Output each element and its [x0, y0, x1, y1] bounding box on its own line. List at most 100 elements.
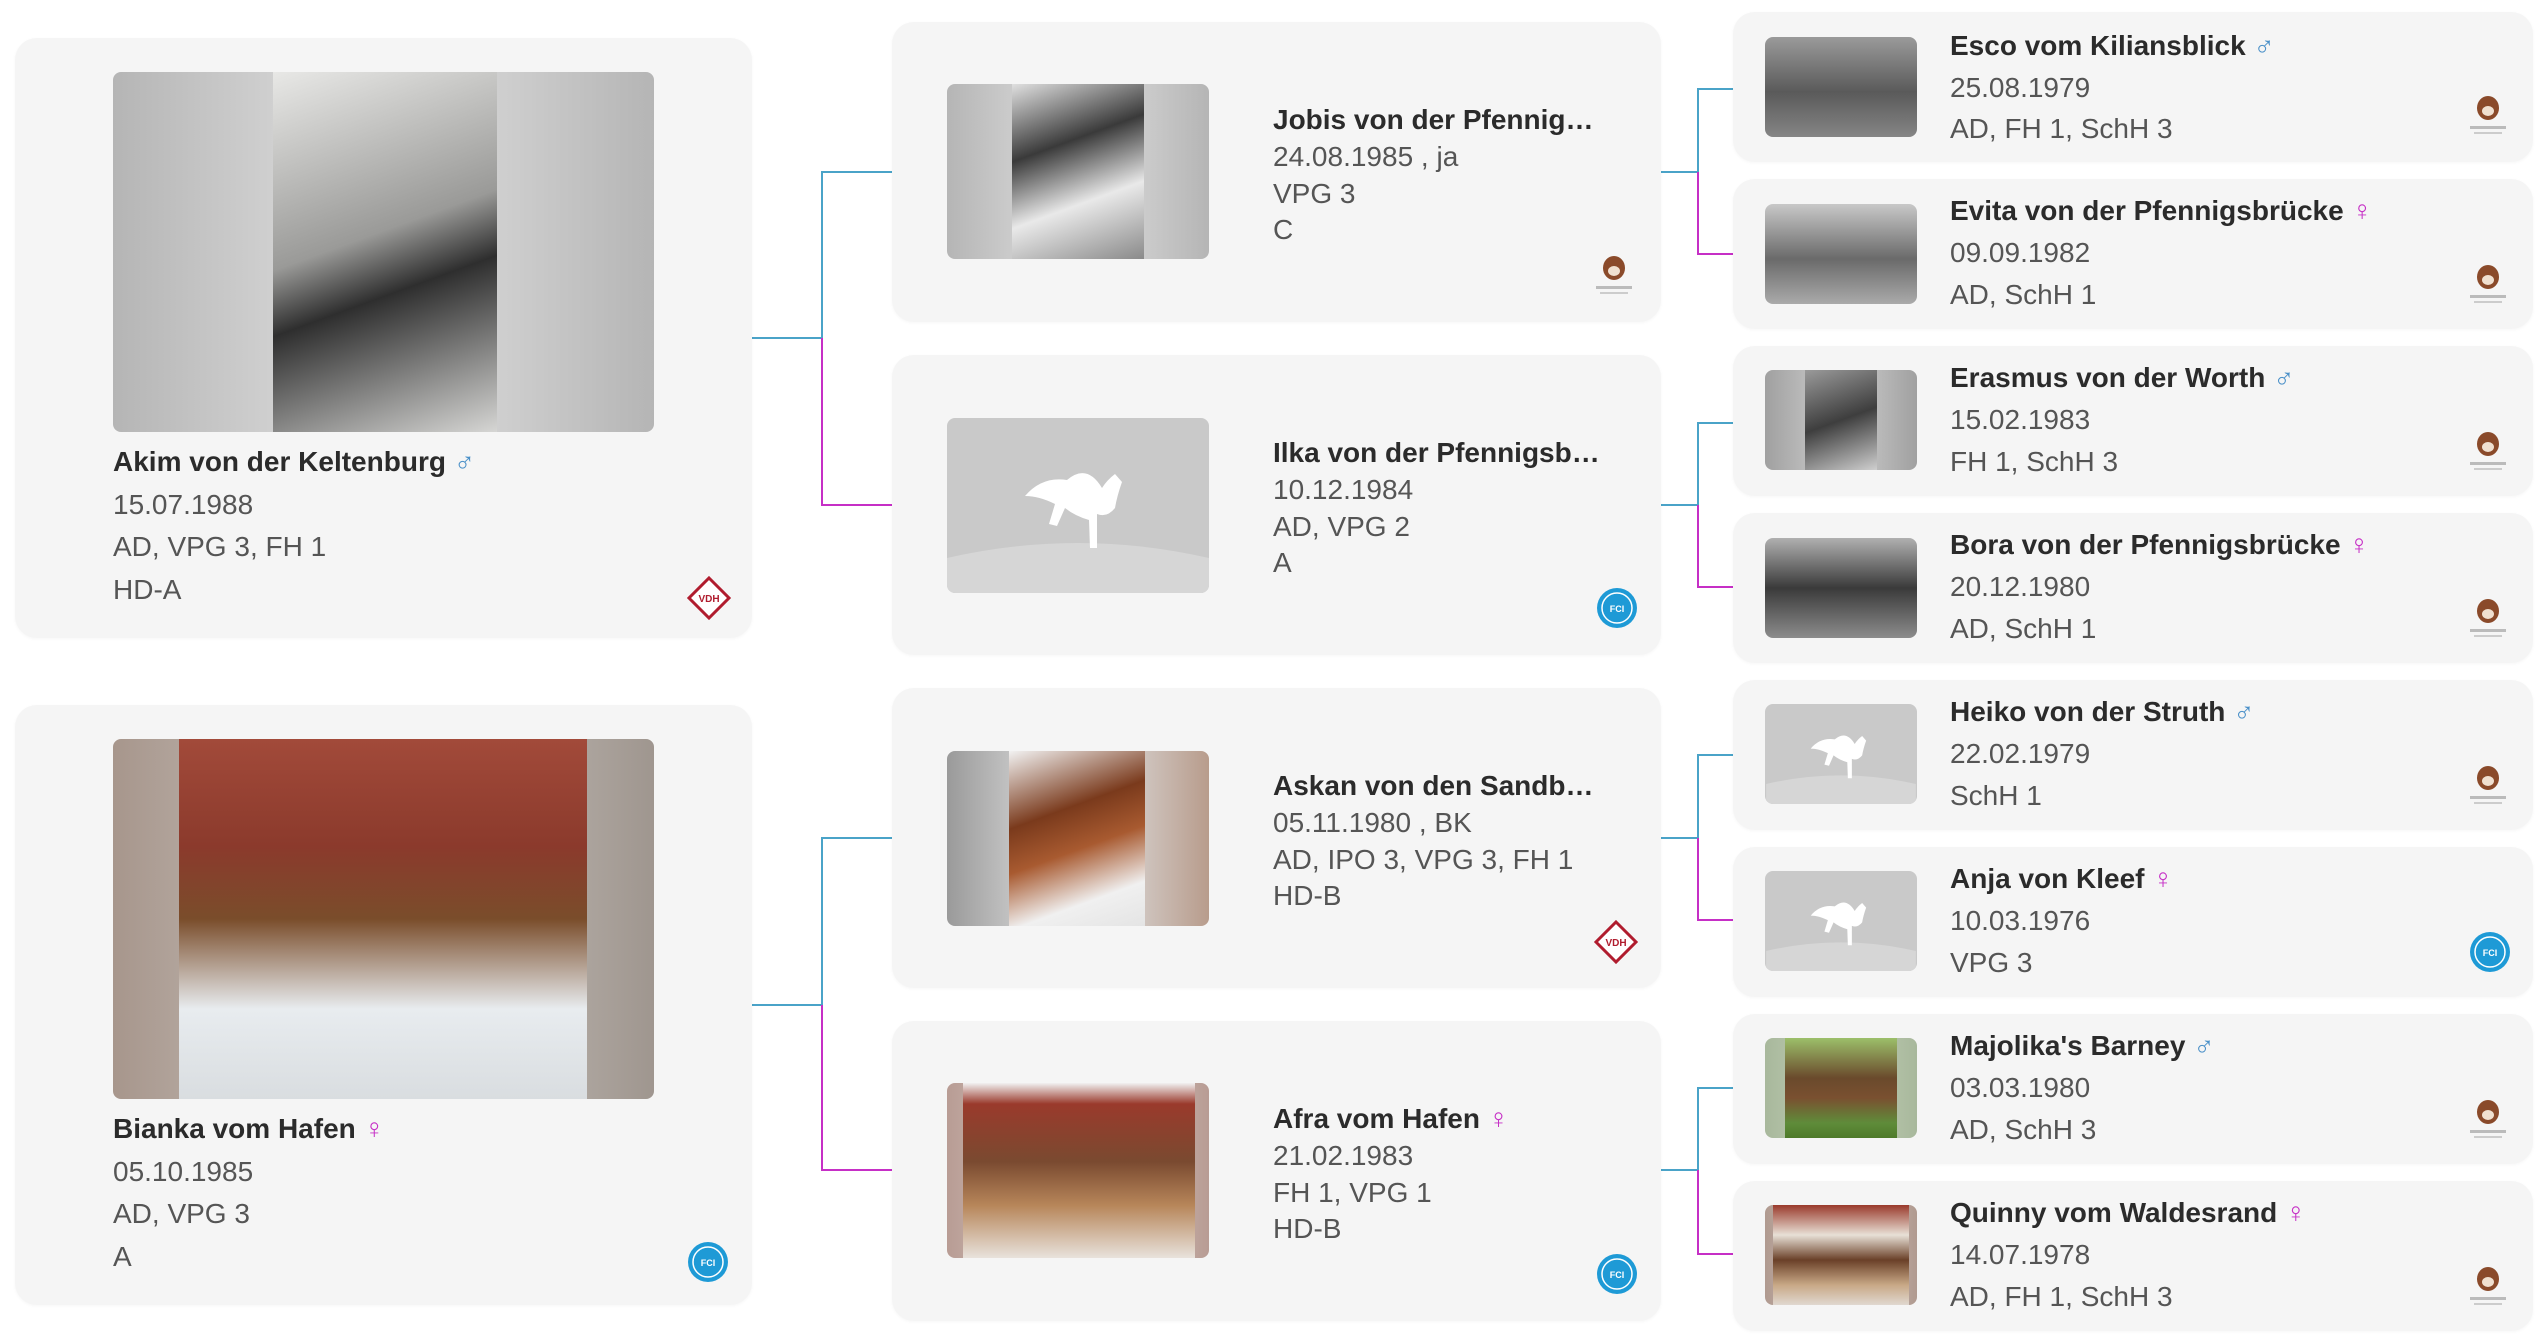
- female-symbol-icon: ♀: [2348, 529, 2370, 560]
- fci-badge-icon: FCI: [688, 1242, 728, 1282]
- dog-birthdate: 14.07.1978: [1950, 1239, 2091, 1270]
- fci-badge-icon: FCI: [1597, 1254, 1637, 1294]
- dog-card-gen2[interactable]: Askan von den Sandbe... 05.11.1980 , BK …: [892, 688, 1661, 988]
- boxer-klub-badge-icon: [2470, 599, 2506, 637]
- fci-badge-icon: FCI: [1597, 588, 1637, 628]
- dog-titles: VPG 3: [1950, 947, 2033, 978]
- dog-card-gen3[interactable]: Heiko von der Struth ♂ 22.02.1979 SchH 1: [1733, 680, 2533, 830]
- female-symbol-icon: ♀: [2152, 863, 2174, 894]
- dog-card-gen3[interactable]: Erasmus von der Worth ♂ 15.02.1983 FH 1, …: [1733, 346, 2533, 496]
- male-symbol-icon: ♂: [453, 446, 475, 477]
- placeholder-dog-icon[interactable]: [1765, 871, 1917, 971]
- dog-birthdate: 15.07.1988: [113, 489, 254, 520]
- boxer-klub-badge-icon: [2470, 1100, 2506, 1138]
- dog-titles: FH 1, SchH 3: [1950, 446, 2119, 477]
- dog-hd: A: [113, 1241, 132, 1272]
- dog-name[interactable]: Ilka von der Pfennigsbr...: [1273, 437, 1603, 469]
- boxer-klub-badge-icon: [1596, 256, 1632, 294]
- svg-text:FCI: FCI: [1610, 604, 1625, 614]
- dog-card-gen3[interactable]: Quinny vom Waldesrand ♀ 14.07.1978 AD, FH…: [1733, 1181, 2533, 1331]
- boxer-klub-badge-icon: [2470, 265, 2506, 303]
- dog-card-sire[interactable]: Akim von der Keltenburg ♂ 15.07.1988 AD, …: [15, 38, 752, 638]
- boxer-klub-badge-icon: [2470, 432, 2506, 470]
- male-symbol-icon: ♂: [2273, 362, 2295, 393]
- dog-photo[interactable]: [1765, 1205, 1917, 1305]
- dog-photo[interactable]: [1765, 37, 1917, 137]
- dog-photo[interactable]: [1765, 204, 1917, 304]
- dog-name[interactable]: Anja von Kleef ♀: [1950, 863, 2173, 895]
- dog-birthdate: 05.11.1980 , BK: [1273, 807, 1472, 838]
- female-symbol-icon: ♀: [2351, 195, 2373, 226]
- dog-name[interactable]: Quinny vom Waldesrand ♀: [1950, 1197, 2306, 1229]
- dog-card-gen2[interactable]: Afra vom Hafen ♀ 21.02.1983 FH 1, VPG 1 H…: [892, 1021, 1661, 1321]
- female-symbol-icon: ♀: [1487, 1103, 1509, 1134]
- svg-text:VDH: VDH: [698, 594, 719, 605]
- boxer-klub-badge-icon: [2470, 766, 2506, 804]
- dog-photo[interactable]: [113, 72, 654, 432]
- dog-birthdate: 10.03.1976: [1950, 905, 2091, 936]
- dog-birthdate: 10.12.1984: [1273, 474, 1414, 505]
- dog-card-dam[interactable]: Bianka vom Hafen ♀ 05.10.1985 AD, VPG 3 A…: [15, 705, 752, 1305]
- dog-titles: AD, SchH 1: [1950, 279, 2097, 310]
- dog-birthdate: 20.12.1980: [1950, 571, 2091, 602]
- dog-titles: AD, VPG 3, FH 1: [113, 531, 327, 562]
- dog-photo[interactable]: [947, 751, 1209, 926]
- dog-card-gen2[interactable]: Ilka von der Pfennigsbr... 10.12.1984 AD…: [892, 355, 1661, 655]
- dog-birthdate: 05.10.1985: [113, 1156, 254, 1187]
- dog-name[interactable]: Majolika's Barney ♂: [1950, 1030, 2214, 1062]
- dog-name[interactable]: Bora von der Pfennigsbrücke ♀: [1950, 529, 2370, 561]
- dog-card-gen3[interactable]: Majolika's Barney ♂ 03.03.1980 AD, SchH 3: [1733, 1014, 2533, 1164]
- dog-photo[interactable]: [1765, 1038, 1917, 1138]
- fci-badge-icon: FCI: [2470, 932, 2510, 972]
- dog-hd: C: [1273, 214, 1294, 245]
- boxer-klub-badge-icon: [2470, 1267, 2506, 1305]
- dog-name[interactable]: Jobis von der Pfennigs...: [1273, 104, 1603, 136]
- placeholder-dog-icon[interactable]: [1765, 704, 1917, 804]
- female-symbol-icon: ♀: [2285, 1197, 2307, 1228]
- dog-card-gen3[interactable]: Bora von der Pfennigsbrücke ♀ 20.12.1980 …: [1733, 513, 2533, 663]
- dog-hd: A: [1273, 547, 1292, 578]
- dog-titles: VPG 3: [1273, 178, 1356, 209]
- dog-birthdate: 15.02.1983: [1950, 404, 2091, 435]
- dog-birthdate: 03.03.1980: [1950, 1072, 2091, 1103]
- placeholder-dog-icon[interactable]: [947, 418, 1209, 593]
- dog-birthdate: 24.08.1985 , ja: [1273, 141, 1459, 172]
- dog-hd: HD-B: [1273, 880, 1342, 911]
- dog-titles: AD, VPG 2: [1273, 511, 1410, 542]
- dog-titles: AD, VPG 3: [113, 1198, 250, 1229]
- boxer-klub-badge-icon: [2470, 96, 2506, 134]
- dog-titles: AD, FH 1, SchH 3: [1950, 113, 2173, 144]
- dog-photo[interactable]: [947, 84, 1209, 259]
- svg-text:VDH: VDH: [1605, 938, 1626, 949]
- dog-titles: FH 1, VPG 1: [1273, 1177, 1432, 1208]
- dog-photo[interactable]: [113, 739, 654, 1099]
- dog-titles: SchH 1: [1950, 780, 2042, 811]
- dog-name[interactable]: Askan von den Sandbe...: [1273, 770, 1603, 802]
- male-symbol-icon: ♂: [2193, 1030, 2215, 1061]
- dog-name[interactable]: Afra vom Hafen ♀: [1273, 1103, 1509, 1135]
- dog-card-gen3[interactable]: Esco vom Kiliansblick ♂ 25.08.1979 AD, FH…: [1733, 12, 2533, 162]
- dog-name[interactable]: Heiko von der Struth ♂: [1950, 696, 2254, 728]
- dog-name[interactable]: Akim von der Keltenburg ♂: [113, 446, 475, 478]
- dog-card-gen3[interactable]: Anja von Kleef ♀ 10.03.1976 VPG 3 FCI: [1733, 847, 2533, 997]
- dog-titles: AD, FH 1, SchH 3: [1950, 1281, 2173, 1312]
- dog-titles: AD, IPO 3, VPG 3, FH 1: [1273, 844, 1574, 875]
- dog-name[interactable]: Esco vom Kiliansblick ♂: [1950, 30, 2275, 62]
- dog-photo[interactable]: [1765, 370, 1917, 470]
- dog-hd: HD-A: [113, 574, 182, 605]
- male-symbol-icon: ♂: [2253, 30, 2275, 61]
- dog-birthdate: 25.08.1979: [1950, 72, 2091, 103]
- dog-card-gen2[interactable]: Jobis von der Pfennigs... 24.08.1985 , j…: [892, 22, 1661, 322]
- dog-birthdate: 21.02.1983: [1273, 1140, 1414, 1171]
- dog-photo[interactable]: [1765, 538, 1917, 638]
- dog-titles: AD, SchH 3: [1950, 1114, 2097, 1145]
- dog-photo[interactable]: [947, 1083, 1209, 1258]
- dog-birthdate: 22.02.1979: [1950, 738, 2091, 769]
- dog-name[interactable]: Evita von der Pfennigsbrücke ♀: [1950, 195, 2373, 227]
- dog-card-gen3[interactable]: Evita von der Pfennigsbrücke ♀ 09.09.1982…: [1733, 179, 2533, 329]
- svg-text:FCI: FCI: [2483, 948, 2498, 958]
- male-symbol-icon: ♂: [2233, 696, 2255, 727]
- dog-name[interactable]: Bianka vom Hafen ♀: [113, 1113, 385, 1145]
- dog-name[interactable]: Erasmus von der Worth ♂: [1950, 362, 2294, 394]
- svg-text:FCI: FCI: [1610, 1270, 1625, 1280]
